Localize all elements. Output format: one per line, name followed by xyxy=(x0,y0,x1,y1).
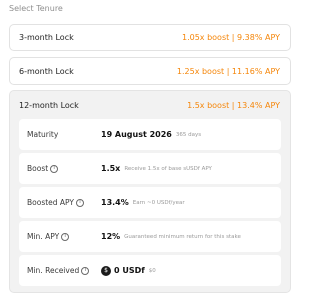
tenure-option-12-month[interactable]: 12-month Lock 1.5x boost | 13.4% APY Mat… xyxy=(9,90,291,293)
detail-row-maturity: Maturity 19 August 2026 365 days xyxy=(19,119,281,150)
detail-row-min-apy: Min. APY i 12% Guaranteed minimum return… xyxy=(19,221,281,252)
tenure-boost: 1.25x boost | 11.16% APY xyxy=(176,66,280,76)
detail-note: 365 days xyxy=(175,131,202,138)
detail-label-text: Min. APY xyxy=(27,232,60,241)
detail-note: $0 xyxy=(148,267,156,274)
tenure-boost: 1.05x boost | 9.38% APY xyxy=(181,33,280,42)
info-icon[interactable]: i xyxy=(50,164,59,173)
tenure-name: 12-month Lock xyxy=(19,100,79,110)
detail-row-min-received: Min. Received i $ 0 USDf $0 xyxy=(19,255,281,286)
detail-note: Receive 1.5x of base sUSDf APY xyxy=(124,165,212,172)
info-icon[interactable]: i xyxy=(81,266,90,275)
detail-note: Guaranteed minimum return for this stake xyxy=(124,233,241,240)
tenure-boost: 1.5x boost | 13.4% APY xyxy=(187,100,280,110)
detail-label-text: Min. Received xyxy=(27,266,80,275)
info-icon[interactable]: i xyxy=(76,198,84,207)
section-label: Select Tenure xyxy=(9,4,63,13)
tenure-name: 3-month Lock xyxy=(19,33,74,42)
detail-label: Min. Received i xyxy=(27,266,101,275)
detail-label: Maturity xyxy=(27,130,101,139)
tenure-option-6-month[interactable]: 6-month Lock 1.25x boost | 11.16% APY xyxy=(9,57,291,85)
tenure-name: 6-month Lock xyxy=(19,66,74,76)
detail-note: Earn ~0 USDf/year xyxy=(132,199,185,206)
detail-value-wrap: $ 0 USDf xyxy=(101,265,145,276)
tenure-option-3-month[interactable]: 3-month Lock 1.05x boost | 9.38% APY xyxy=(9,24,291,51)
usdf-coin-icon: $ xyxy=(101,265,111,276)
detail-row-boost: Boost i 1.5x Receive 1.5x of base sUSDf … xyxy=(19,153,281,184)
detail-label: Boosted APY i xyxy=(27,198,101,207)
detail-label-text: Boosted APY xyxy=(27,198,74,207)
info-icon[interactable]: i xyxy=(61,232,70,241)
detail-value: 13.4% xyxy=(101,198,129,207)
detail-value: 12% xyxy=(101,232,121,241)
detail-row-boosted-apy: Boosted APY i 13.4% Earn ~0 USDf/year xyxy=(19,187,281,218)
detail-value: 1.5x xyxy=(101,164,121,173)
detail-value: 0 USDf xyxy=(114,266,145,275)
detail-label-text: Maturity xyxy=(27,130,59,139)
detail-label-text: Boost xyxy=(27,164,49,173)
detail-label: Boost i xyxy=(27,164,101,173)
detail-value: 19 August 2026 xyxy=(101,130,172,139)
detail-label: Min. APY i xyxy=(27,232,101,241)
tenure-details: Maturity 19 August 2026 365 days Boost i… xyxy=(19,119,281,286)
